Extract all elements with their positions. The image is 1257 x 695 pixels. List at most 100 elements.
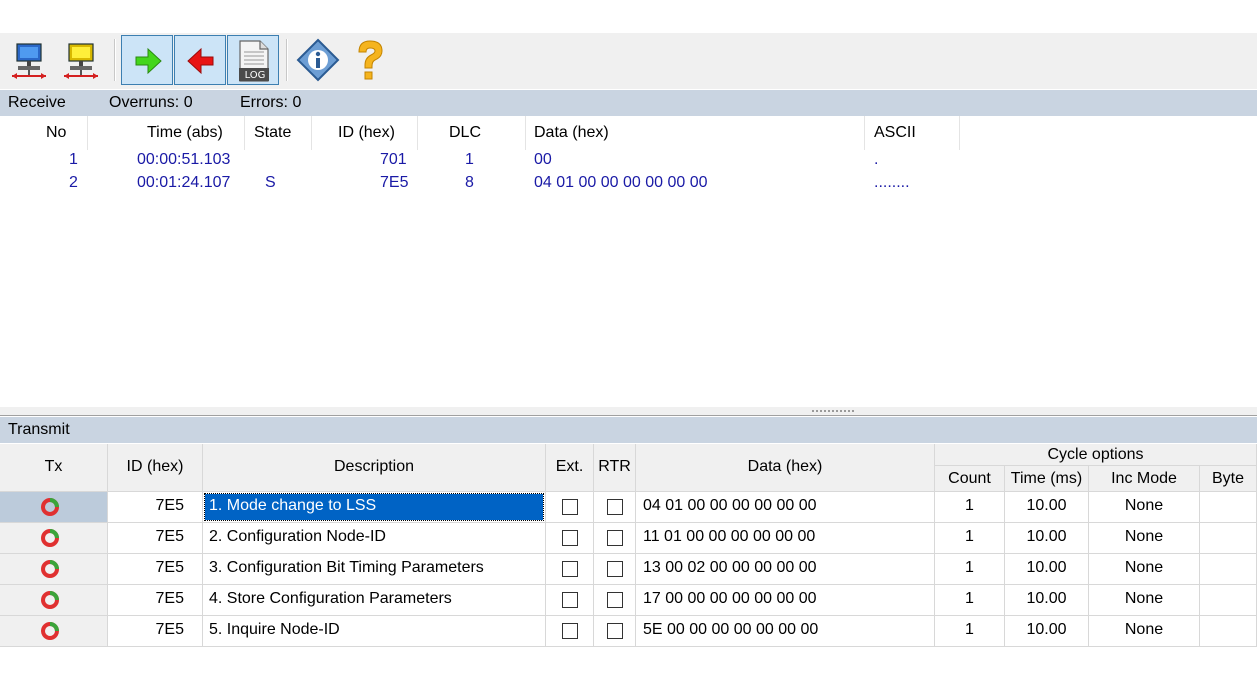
column-divider[interactable] [525, 116, 526, 150]
col-tx[interactable]: Tx [0, 444, 108, 492]
tx-cell-byte[interactable] [1200, 554, 1257, 585]
transmit-status-icon[interactable] [40, 621, 60, 641]
tx-cell-id[interactable]: 7E5 [108, 554, 203, 585]
col-id[interactable]: ID (hex) [338, 124, 395, 142]
col-tx-data[interactable]: Data (hex) [636, 444, 935, 492]
rtr-checkbox[interactable] [607, 530, 623, 546]
transmit-status-icon[interactable] [40, 559, 60, 579]
receive-button[interactable] [121, 35, 173, 85]
column-divider[interactable] [959, 116, 960, 150]
col-tx-id[interactable]: ID (hex) [108, 444, 203, 492]
col-state[interactable]: State [254, 124, 291, 142]
tx-cell-id[interactable]: 7E5 [108, 616, 203, 647]
tx-cell-tx[interactable] [0, 585, 108, 616]
tx-cell-data[interactable]: 5E 00 00 00 00 00 00 00 [636, 616, 935, 647]
column-divider[interactable] [244, 116, 245, 150]
tx-cell-ext[interactable] [546, 616, 594, 647]
col-time-ms[interactable]: Time (ms) [1005, 466, 1089, 492]
tx-cell-tx[interactable] [0, 492, 108, 523]
tx-cell-byte[interactable] [1200, 492, 1257, 523]
ext-checkbox[interactable] [562, 499, 578, 515]
column-divider[interactable] [87, 116, 88, 150]
tx-cell-time[interactable]: 10.00 [1005, 492, 1089, 523]
tx-cell-count[interactable]: 1 [935, 585, 1005, 616]
ext-checkbox[interactable] [562, 561, 578, 577]
col-description[interactable]: Description [203, 444, 546, 492]
col-data[interactable]: Data (hex) [534, 124, 609, 142]
tx-cell-time[interactable]: 10.00 [1005, 585, 1089, 616]
column-divider[interactable] [417, 116, 418, 150]
rtr-checkbox[interactable] [607, 623, 623, 639]
col-rtr[interactable]: RTR [594, 444, 636, 492]
tx-cell-rtr[interactable] [594, 616, 636, 647]
transmit-status-icon[interactable] [40, 590, 60, 610]
rtr-checkbox[interactable] [607, 561, 623, 577]
ext-checkbox[interactable] [562, 592, 578, 608]
tx-cell-data[interactable]: 13 00 02 00 00 00 00 00 [636, 554, 935, 585]
col-byte[interactable]: Byte [1200, 466, 1257, 492]
tx-cell-count[interactable]: 1 [935, 554, 1005, 585]
tx-cell-description[interactable]: 3. Configuration Bit Timing Parameters [203, 554, 546, 585]
tx-cell-tx[interactable] [0, 523, 108, 554]
col-no[interactable]: No [46, 124, 66, 142]
transmit-button[interactable] [174, 35, 226, 85]
tx-cell-count[interactable]: 1 [935, 492, 1005, 523]
col-inc-mode[interactable]: Inc Mode [1089, 466, 1200, 492]
tx-cell-inc_mode[interactable]: None [1089, 492, 1200, 523]
tx-cell-count[interactable]: 1 [935, 523, 1005, 554]
column-divider[interactable] [311, 116, 312, 150]
tx-cell-tx[interactable] [0, 554, 108, 585]
description-selected[interactable]: 1. Mode change to LSS [204, 493, 544, 521]
tx-cell-time[interactable]: 10.00 [1005, 616, 1089, 647]
rtr-checkbox[interactable] [607, 592, 623, 608]
tx-cell-rtr[interactable] [594, 492, 636, 523]
tx-cell-description[interactable]: 5. Inquire Node-ID [203, 616, 546, 647]
pane-splitter[interactable] [0, 407, 1257, 416]
tx-cell-id[interactable]: 7E5 [108, 523, 203, 554]
transmit-status-icon[interactable] [40, 528, 60, 548]
tx-cell-data[interactable]: 11 01 00 00 00 00 00 00 [636, 523, 935, 554]
transmit-status-icon[interactable] [40, 497, 60, 517]
table-row[interactable]: 1 00:00:51.103 701 1 00 . [0, 151, 1257, 173]
tx-cell-byte[interactable] [1200, 585, 1257, 616]
help-button[interactable] [344, 35, 396, 85]
tx-cell-data[interactable]: 17 00 00 00 00 00 00 00 [636, 585, 935, 616]
tx-cell-ext[interactable] [546, 492, 594, 523]
tx-cell-id[interactable]: 7E5 [108, 585, 203, 616]
tx-cell-ext[interactable] [546, 554, 594, 585]
info-button[interactable] [292, 35, 344, 85]
tx-cell-ext[interactable] [546, 585, 594, 616]
tx-cell-rtr[interactable] [594, 585, 636, 616]
col-ascii[interactable]: ASCII [874, 124, 916, 142]
tx-cell-time[interactable]: 10.00 [1005, 523, 1089, 554]
tx-cell-rtr[interactable] [594, 523, 636, 554]
tx-cell-description[interactable]: 1. Mode change to LSS [203, 492, 546, 523]
tx-cell-rtr[interactable] [594, 554, 636, 585]
tx-cell-description[interactable]: 4. Store Configuration Parameters [203, 585, 546, 616]
tx-cell-id[interactable]: 7E5 [108, 492, 203, 523]
column-divider[interactable] [864, 116, 865, 150]
col-dlc[interactable]: DLC [449, 124, 481, 142]
tx-cell-tx[interactable] [0, 616, 108, 647]
ext-checkbox[interactable] [562, 623, 578, 639]
tx-cell-inc_mode[interactable]: None [1089, 554, 1200, 585]
tx-cell-count[interactable]: 1 [935, 616, 1005, 647]
tx-cell-ext[interactable] [546, 523, 594, 554]
tx-cell-time[interactable]: 10.00 [1005, 554, 1089, 585]
tx-cell-inc_mode[interactable]: None [1089, 616, 1200, 647]
tx-cell-inc_mode[interactable]: None [1089, 523, 1200, 554]
connect-button[interactable] [4, 35, 56, 85]
ext-checkbox[interactable] [562, 530, 578, 546]
tx-cell-inc_mode[interactable]: None [1089, 585, 1200, 616]
disconnect-button[interactable] [56, 35, 108, 85]
col-ext[interactable]: Ext. [546, 444, 594, 492]
rtr-checkbox[interactable] [607, 499, 623, 515]
tx-cell-byte[interactable] [1200, 523, 1257, 554]
splitter-grip[interactable] [812, 410, 854, 412]
tx-cell-data[interactable]: 04 01 00 00 00 00 00 00 [636, 492, 935, 523]
tx-cell-byte[interactable] [1200, 616, 1257, 647]
table-row[interactable]: 2 00:01:24.107 S 7E5 8 04 01 00 00 00 00… [0, 174, 1257, 196]
tx-cell-description[interactable]: 2. Configuration Node-ID [203, 523, 546, 554]
col-time[interactable]: Time (abs) [147, 124, 223, 142]
col-count[interactable]: Count [935, 466, 1005, 492]
